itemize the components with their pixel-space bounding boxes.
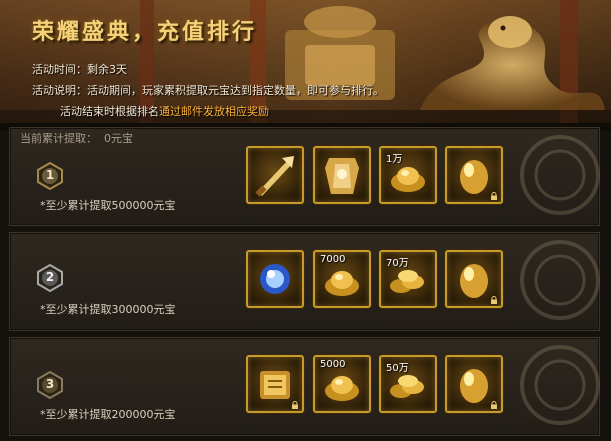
rank-2-badge: 2	[36, 263, 64, 293]
reward-slot[interactable]	[445, 250, 503, 308]
banner-title: 荣耀盛典，充值排行	[32, 19, 258, 45]
coin-decoration-icon	[520, 240, 600, 320]
reward-slot[interactable]	[445, 355, 503, 413]
coin-decoration-icon	[520, 345, 600, 425]
event-desc-row: 活动说明：活动期间，玩家累积提取元宝达到指定数量，即可参与排行。	[32, 82, 384, 98]
armor-icon	[325, 158, 359, 194]
event-desc-text: 活动期间，玩家累积提取元宝达到指定数量，即可参与排行。	[87, 84, 384, 97]
rank-1-badge: 1	[36, 161, 64, 191]
lock-icon	[491, 401, 497, 409]
event-desc-label: 活动说明：	[32, 84, 87, 97]
reward-slot[interactable]	[313, 146, 371, 204]
coin-decoration-icon	[520, 135, 600, 215]
tier-2-requirement: *至少累计提取300000元宝	[40, 303, 176, 316]
ranking-panel: 荣耀盛典，充值排行 活动时间：剩余3天 活动说明：活动期间，玩家累积提取元宝达到…	[0, 0, 611, 441]
reward-slot[interactable]: 50万	[379, 355, 437, 413]
reward-amount: 5000	[320, 359, 346, 370]
current-progress: 当前累计提取： 0元宝	[20, 130, 133, 146]
lock-icon	[491, 192, 497, 200]
blue-orb-icon	[260, 264, 290, 294]
event-time-value: 剩余3天	[87, 63, 127, 76]
progress-value: 0元宝	[104, 132, 133, 145]
event-time-row: 活动时间：剩余3天	[32, 61, 127, 77]
rank-2-number: 2	[45, 270, 55, 284]
reward-slot[interactable]	[246, 355, 304, 413]
event-time-label: 活动时间：	[32, 63, 87, 76]
rank-1-number: 1	[45, 168, 55, 182]
lock-icon	[292, 401, 298, 409]
reward-slot[interactable]	[246, 250, 304, 308]
event-end-note: 活动结束时根据排名通过邮件发放相应奖励	[60, 103, 269, 119]
event-end-note-highlight: 通过邮件发放相应奖励	[159, 105, 269, 118]
lock-icon	[491, 296, 497, 304]
progress-label: 当前累计提取：	[20, 132, 97, 145]
weapon-icon	[255, 156, 294, 197]
reward-slot[interactable]	[246, 146, 304, 204]
reward-amount: 7000	[320, 254, 346, 265]
reward-slot[interactable]	[445, 146, 503, 204]
reward-slot[interactable]: 7000	[313, 250, 371, 308]
reward-amount: 50万	[386, 363, 409, 374]
event-banner: 荣耀盛典，充值排行 活动时间：剩余3天 活动说明：活动期间，玩家累积提取元宝达到…	[0, 0, 611, 125]
tier-3-requirement: *至少累计提取200000元宝	[40, 408, 176, 421]
reward-slot[interactable]: 5000	[313, 355, 371, 413]
reward-slot[interactable]: 1万	[379, 146, 437, 204]
tier-1-requirement: *至少累计提取500000元宝	[40, 199, 176, 212]
rank-3-number: 3	[45, 377, 55, 391]
reward-amount: 70万	[386, 258, 409, 269]
rank-3-badge: 3	[36, 370, 64, 400]
event-end-note-text: 活动结束时根据排名	[60, 105, 159, 118]
reward-slot[interactable]: 70万	[379, 250, 437, 308]
reward-amount: 1万	[386, 154, 403, 165]
